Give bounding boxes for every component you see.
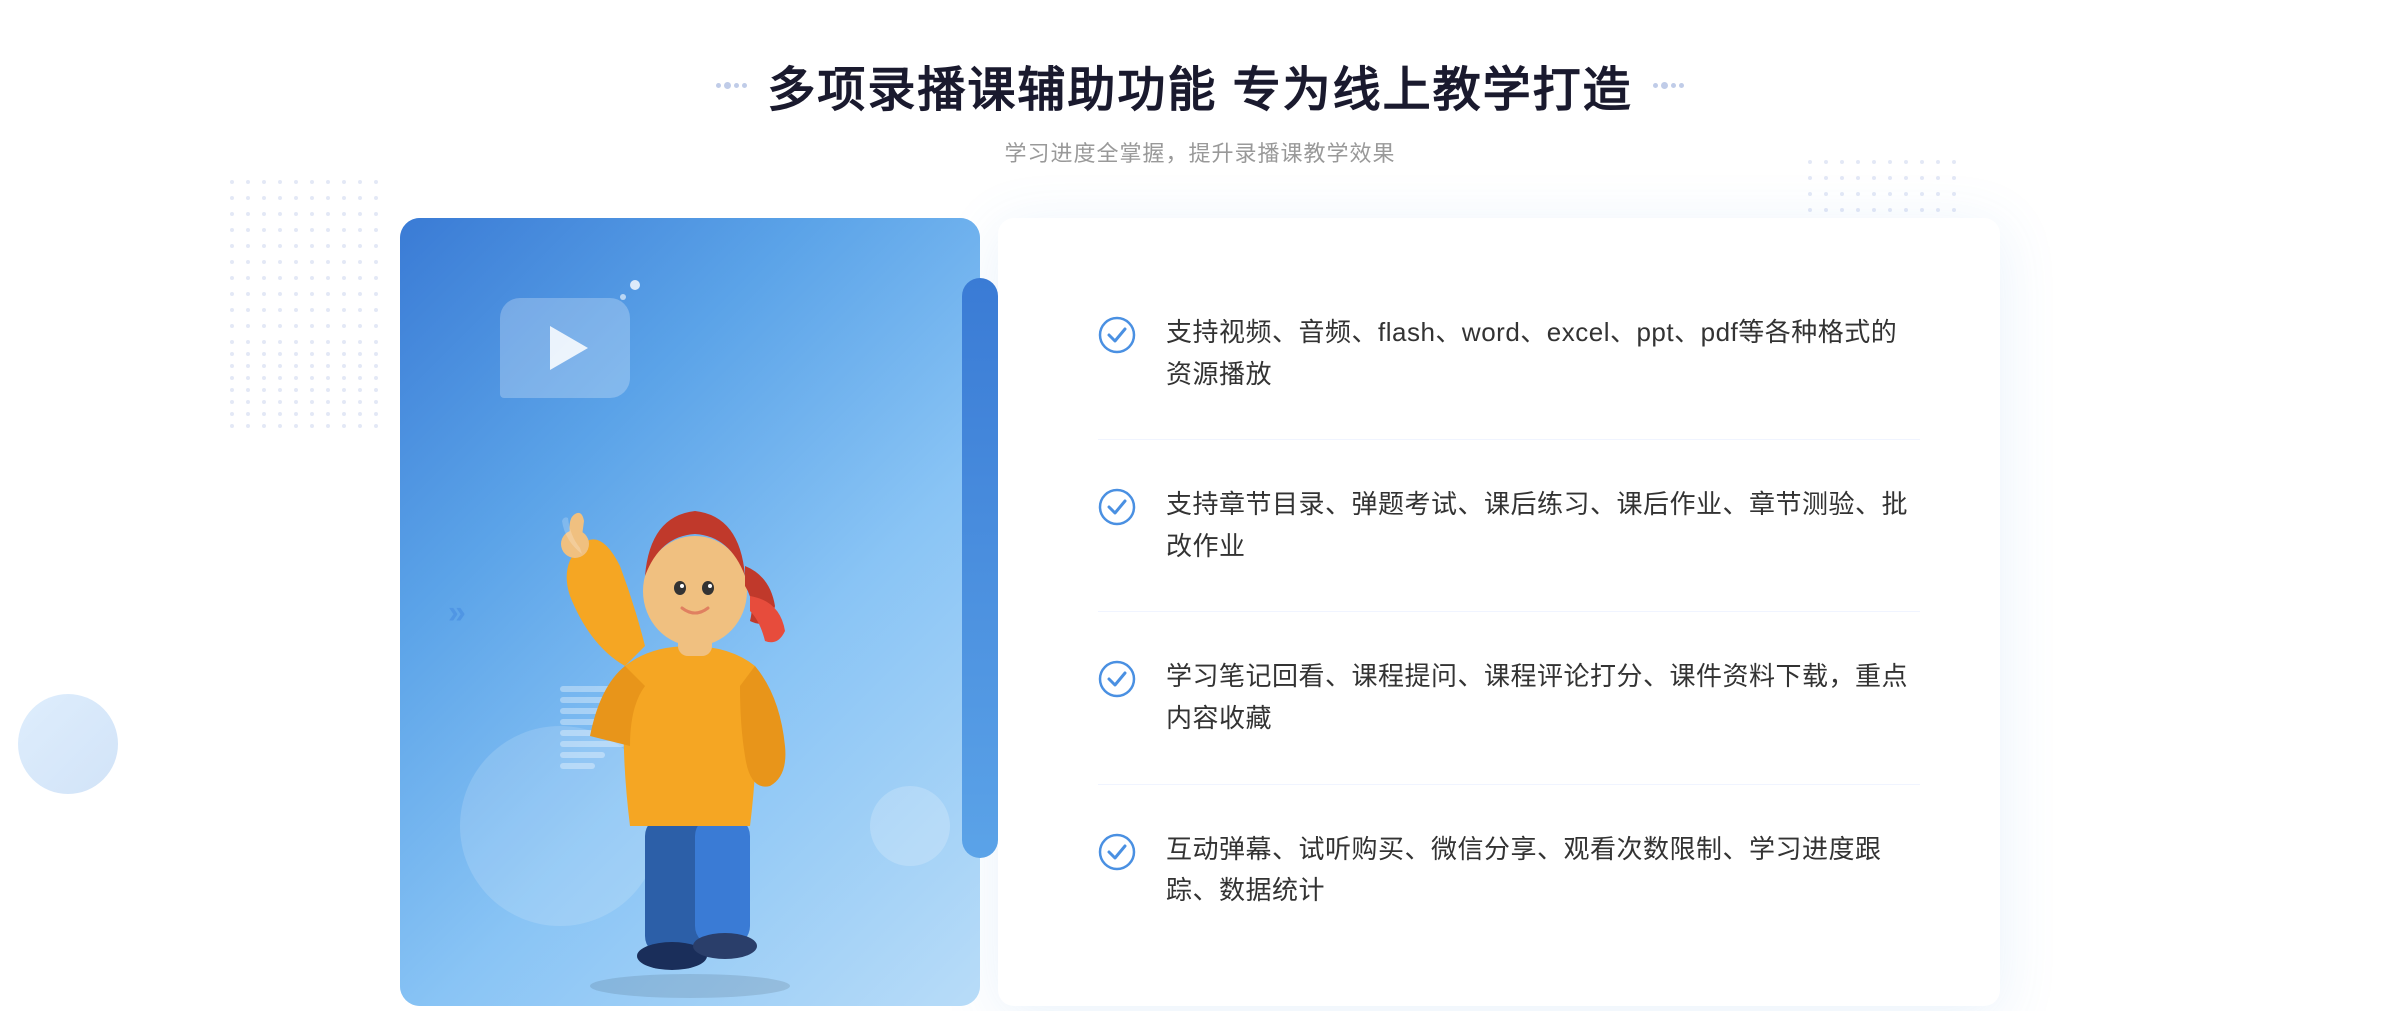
person-illustration (530, 446, 850, 1006)
title-decoration-left (716, 82, 747, 89)
feature-text-2: 支持章节目录、弹题考试、课后练习、课后作业、章节测验、批改作业 (1166, 484, 1920, 567)
accent-bar (962, 278, 998, 858)
sparkle-decoration (620, 280, 640, 300)
check-icon-1 (1098, 312, 1136, 359)
arrow-left-decoration: » (448, 593, 466, 630)
feature-text-3: 学习笔记回看、课程提问、课程评论打分、课件资料下载，重点内容收藏 (1166, 656, 1920, 739)
check-icon-2 (1098, 484, 1136, 531)
check-icon-4 (1098, 829, 1136, 876)
deco-circle-bottom-left (18, 694, 118, 794)
features-panel: 支持视频、音频、flash、word、excel、ppt、pdf等各种格式的资源… (998, 218, 2000, 1006)
feature-text-1: 支持视频、音频、flash、word、excel、ppt、pdf等各种格式的资源… (1166, 312, 1920, 395)
subtitle: 学习进度全掌握，提升录播课教学效果 (716, 136, 1683, 168)
features-container: 支持视频、音频、flash、word、excel、ppt、pdf等各种格式的资源… (1098, 268, 1920, 956)
feature-text-4: 互动弹幕、试听购买、微信分享、观看次数限制、学习进度跟踪、数据统计 (1166, 829, 1920, 912)
title-decoration-right (1653, 82, 1684, 89)
play-icon (550, 326, 588, 370)
check-icon-3 (1098, 656, 1136, 703)
title-row: 多项录播课辅助功能 专为线上教学打造 (716, 50, 1683, 120)
page-wrapper: // Generate dots (function(){ var contai… (0, 0, 2400, 974)
header-section: 多项录播课辅助功能 专为线上教学打造 学习进度全掌握，提升录播课教学效果 (716, 50, 1683, 168)
play-bubble (500, 298, 630, 398)
feature-item-4: 互动弹幕、试听购买、微信分享、观看次数限制、学习进度跟踪、数据统计 (1098, 785, 1920, 956)
illustration-card (400, 218, 980, 1006)
deco-circle-small (870, 786, 950, 866)
content-area: » (400, 218, 2000, 1006)
dot-pattern-left: // Generate dots (function(){ var contai… (230, 180, 382, 428)
feature-item-1: 支持视频、音频、flash、word、excel、ppt、pdf等各种格式的资源… (1098, 268, 1920, 440)
feature-item-2: 支持章节目录、弹题考试、课后练习、课后作业、章节测验、批改作业 (1098, 440, 1920, 612)
main-title: 多项录播课辅助功能 专为线上教学打造 (767, 50, 1632, 120)
feature-item-3: 学习笔记回看、课程提问、课程评论打分、课件资料下载，重点内容收藏 (1098, 612, 1920, 784)
